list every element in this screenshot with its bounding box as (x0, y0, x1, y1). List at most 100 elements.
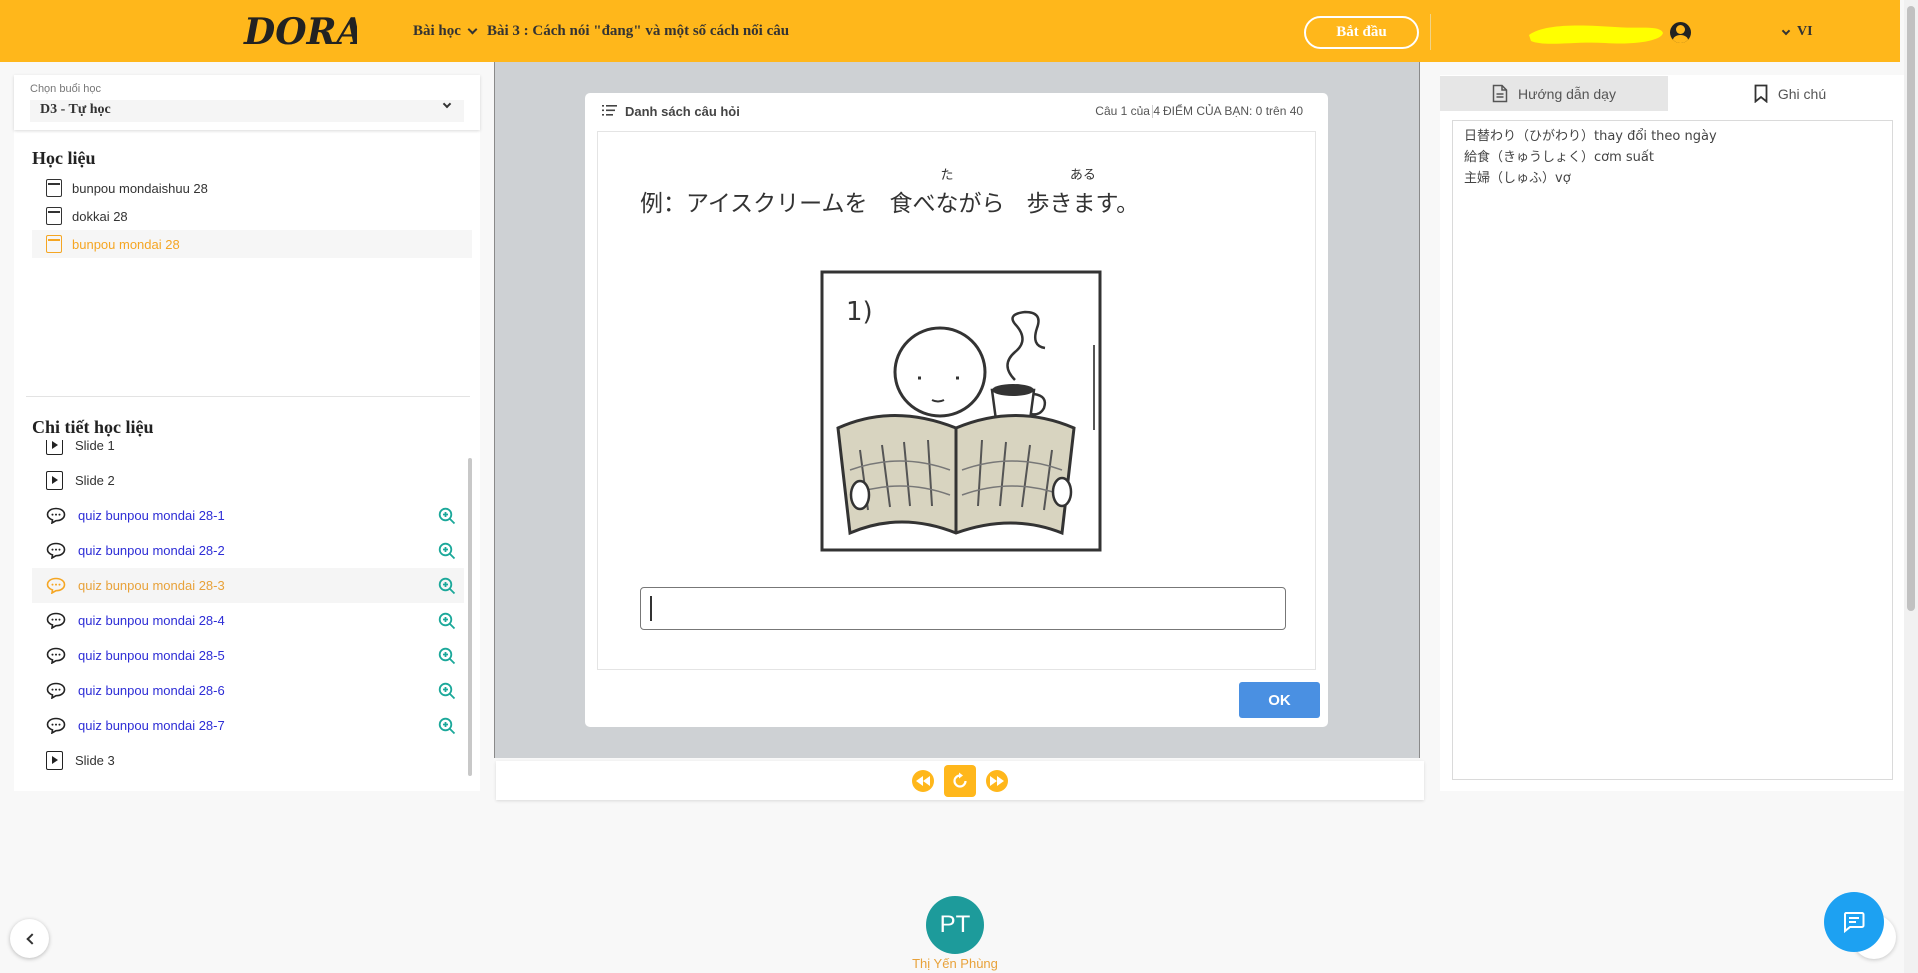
session-label: Chọn buổi học (30, 83, 101, 95)
language-selector[interactable]: VI (1781, 24, 1813, 40)
question-illustration: 1) (820, 270, 1102, 552)
detail-label: quiz bunpou mondai 28-3 (78, 578, 225, 593)
note-line: 日替わり（ひがわり）thay đổi theo ngày (1464, 129, 1717, 144)
slide-icon (46, 440, 63, 455)
note-line: 給食（きゅうしょく）cơm suất (1464, 150, 1654, 165)
fast-forward-button[interactable] (986, 770, 1008, 792)
detail-item-quiz-active[interactable]: quiz bunpou mondai 28-3 (32, 568, 464, 603)
ruby-word: た食べながら (889, 168, 1005, 218)
notes-textarea[interactable]: 日替わり（ひがわり）thay đổi theo ngày 給食（きゅうしょく）c… (1452, 120, 1893, 780)
chat-bubble-icon (46, 717, 66, 734)
ruby-word: ある 歩きます。 (1026, 168, 1140, 218)
chevron-down-icon (442, 99, 452, 109)
rewind-icon (916, 776, 930, 786)
dora-logo[interactable]: DORA (242, 8, 364, 54)
detail-item-slide[interactable]: Slide 2 (32, 463, 464, 498)
lessons-menu[interactable]: Bài học (413, 23, 478, 40)
tab-label: Hướng dẫn dạy (1518, 85, 1616, 102)
book-icon (46, 179, 62, 197)
redacted-username (1529, 25, 1663, 44)
detail-item-quiz[interactable]: quiz bunpou mondai 28-1 (32, 498, 464, 533)
tab-notes[interactable]: Ghi chú (1676, 76, 1904, 111)
zoom-in-icon[interactable] (438, 682, 456, 700)
replay-button[interactable] (944, 765, 976, 797)
detail-item-quiz[interactable]: quiz bunpou mondai 28-2 (32, 533, 464, 568)
furigana: た (940, 168, 954, 183)
chat-bubble-icon (46, 542, 66, 559)
book-icon (46, 235, 62, 253)
note-line: 主婦（しゅふ）vợ (1464, 171, 1571, 186)
zoom-in-icon[interactable] (438, 542, 456, 560)
chat-bubble-icon (46, 612, 66, 629)
chat-button[interactable] (1824, 892, 1884, 952)
zoom-in-icon[interactable] (438, 647, 456, 665)
tab-teaching-guide[interactable]: Hướng dẫn dạy (1440, 76, 1668, 111)
material-label: bunpou mondaishuu 28 (72, 180, 208, 196)
chat-bubble-icon (46, 682, 66, 699)
book-icon (46, 207, 62, 225)
details-title: Chi tiết học liệu (32, 417, 154, 437)
language-label: VI (1797, 24, 1813, 39)
detail-item-slide[interactable]: Slide 3 (32, 743, 464, 778)
details-list-container: Slide 1 Slide 2 quiz bunpou mondai 28-1 … (32, 440, 472, 782)
zoom-in-icon[interactable] (438, 577, 456, 595)
zoom-in-icon[interactable] (438, 507, 456, 525)
collapse-sidebar-button[interactable] (10, 919, 49, 958)
chevron-down-icon (1781, 26, 1791, 35)
bookmark-icon (1754, 84, 1768, 103)
detail-item-quiz[interactable]: quiz bunpou mondai 28-5 (32, 638, 464, 673)
zoom-in-icon[interactable] (438, 612, 456, 630)
list-icon[interactable] (602, 105, 617, 116)
rewind-button[interactable] (912, 770, 934, 792)
detail-item-quiz[interactable]: quiz bunpou mondai 28-6 (32, 673, 464, 708)
word: 食べながら (889, 191, 1005, 217)
score-label: ĐIỂM CỦA BẠN: 0 trên 40 (1163, 104, 1304, 118)
svg-text:DORA: DORA (243, 11, 357, 53)
detail-label: quiz bunpou mondai 28-7 (78, 718, 225, 733)
session-value: D3 - Tự học (40, 102, 111, 117)
quiz-card: Danh sách câu hỏi Câu 1 của 4 ĐIỂM CỦA B… (585, 93, 1328, 727)
header-divider (1430, 14, 1431, 50)
furigana: ある (1069, 168, 1096, 183)
detail-label: quiz bunpou mondai 28-1 (78, 508, 225, 523)
account-circle-icon[interactable] (1670, 22, 1691, 43)
avatar[interactable]: PT (926, 896, 984, 954)
chevron-left-icon (25, 932, 38, 945)
material-label: bunpou mondai 28 (72, 236, 180, 252)
detail-label: quiz bunpou mondai 28-6 (78, 683, 225, 698)
question-list-button[interactable]: Danh sách câu hỏi (625, 104, 740, 119)
start-button[interactable]: Bắt đầu (1304, 16, 1419, 49)
word: 歩きます。 (1026, 191, 1140, 217)
ok-button[interactable]: OK (1239, 682, 1320, 718)
chat-bubble-icon (46, 577, 66, 594)
svg-text:1): 1) (846, 297, 873, 327)
lessons-menu-label: Bài học (413, 23, 461, 39)
fast-forward-icon (990, 776, 1004, 786)
slide-icon (46, 748, 63, 770)
user-name: Thị Yến Phùng (912, 956, 998, 971)
slide-icon (46, 468, 63, 490)
session-selector[interactable]: Chọn buổi học D3 - Tự học (14, 75, 480, 130)
zoom-in-icon[interactable] (438, 717, 456, 735)
divider (26, 396, 470, 397)
material-item[interactable]: dokkai 28 (32, 202, 472, 230)
scrollbar-thumb[interactable] (1907, 6, 1915, 611)
details-list: Slide 1 Slide 2 quiz bunpou mondai 28-1 … (32, 440, 464, 778)
material-item[interactable]: bunpou mondaishuu 28 (32, 174, 472, 202)
answer-input[interactable] (640, 587, 1286, 630)
detail-label: Slide 2 (75, 473, 115, 488)
player-controls (496, 761, 1424, 800)
document-icon (1492, 84, 1508, 103)
detail-label: Slide 3 (75, 753, 115, 768)
text-caret (650, 596, 652, 621)
detail-item-quiz[interactable]: quiz bunpou mondai 28-7 (32, 708, 464, 743)
material-item-active[interactable]: bunpou mondai 28 (32, 230, 472, 258)
header-separator (1152, 105, 1153, 118)
detail-item-quiz[interactable]: quiz bunpou mondai 28-4 (32, 603, 464, 638)
session-dropdown[interactable]: D3 - Tự học (30, 99, 464, 122)
quiz-header: Danh sách câu hỏi Câu 1 của 4 ĐIỂM CỦA B… (585, 93, 1328, 129)
details-scrollbar[interactable] (468, 458, 472, 776)
detail-item-slide[interactable]: Slide 1 (32, 440, 464, 463)
chat-icon (1844, 912, 1865, 934)
window-scrollbar[interactable] (1904, 0, 1918, 973)
